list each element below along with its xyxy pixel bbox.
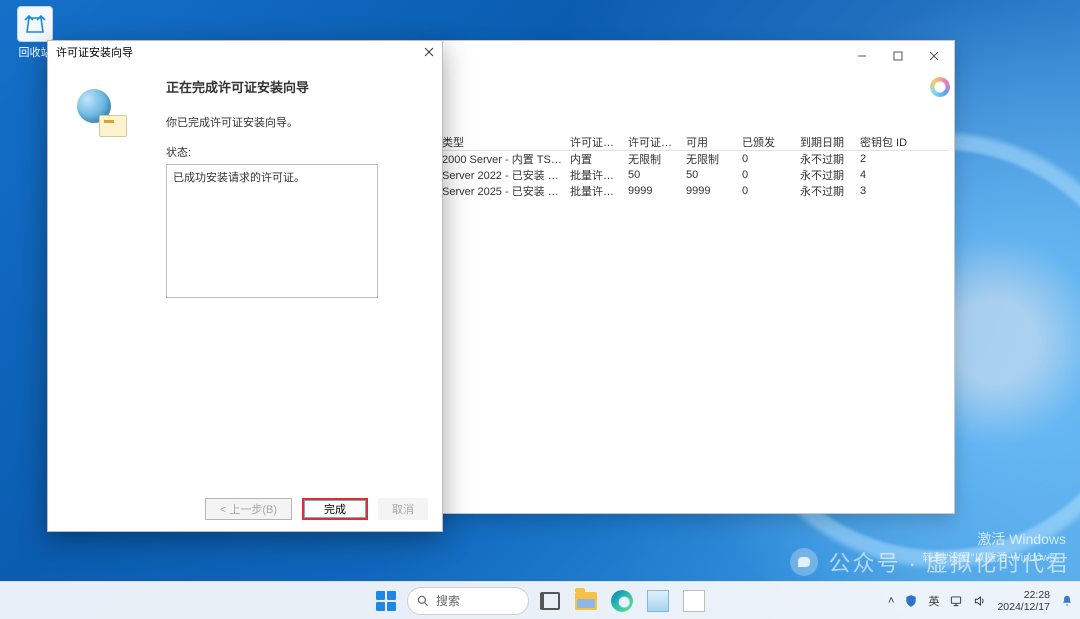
taskbar: 搜索 ˄ 英 22:28 2024/12/17 — [0, 581, 1080, 619]
tray-overflow-icon[interactable]: ˄ — [888, 595, 894, 607]
table-header: 类型 许可证计划 许可证总数 可用 已颁发 到期日期 密钥包 ID — [438, 133, 948, 151]
security-icon[interactable] — [904, 594, 918, 608]
start-button[interactable] — [371, 586, 401, 616]
table-row[interactable]: Server 2022 - 已安装 RDS ... 批量许可证 50 50 0 … — [438, 167, 948, 183]
col-plan[interactable]: 许可证计划 — [566, 134, 624, 150]
cancel-button: 取消 — [378, 498, 428, 520]
col-keypack[interactable]: 密钥包 ID — [856, 134, 916, 150]
wizard-art-icon — [71, 87, 141, 147]
recycle-bin-icon — [17, 6, 53, 42]
maximize-button[interactable] — [880, 43, 916, 69]
back-window-titlebar[interactable] — [432, 41, 954, 71]
status-label: 状态: — [166, 144, 430, 160]
system-tray[interactable]: ˄ 英 22:28 2024/12/17 — [888, 582, 1074, 619]
back-button: < 上一步(B) — [205, 498, 292, 520]
wizard-titlebar[interactable]: 许可证安装向导 — [48, 41, 442, 63]
volume-icon[interactable] — [973, 594, 987, 608]
col-expire[interactable]: 到期日期 — [796, 134, 856, 150]
license-table: 类型 许可证计划 许可证总数 可用 已颁发 到期日期 密钥包 ID 2000 S… — [438, 133, 948, 507]
table-row[interactable]: 2000 Server - 内置 TS 每设... 内置 无限制 无限制 0 永… — [438, 151, 948, 167]
col-type[interactable]: 类型 — [438, 134, 566, 150]
license-install-wizard: 许可证安装向导 正在完成许可证安装向导 你已完成许可证安装向导。 状态: 已成功… — [47, 40, 443, 532]
search-icon — [416, 594, 430, 608]
network-icon[interactable] — [949, 594, 963, 608]
col-issued[interactable]: 已颁发 — [738, 134, 796, 150]
notifications-icon[interactable] — [1060, 594, 1074, 608]
wizard-heading: 正在完成许可证安装向导 — [166, 77, 430, 96]
clock-time: 22:28 — [997, 589, 1050, 601]
activate-title: 激活 Windows — [923, 529, 1067, 549]
close-icon[interactable] — [420, 43, 438, 61]
wizard-main: 正在完成许可证安装向导 你已完成许可证安装向导。 状态: 已成功安装请求的许可证… — [166, 73, 430, 483]
col-total[interactable]: 许可证总数 — [624, 134, 682, 150]
search-box[interactable]: 搜索 — [407, 587, 529, 615]
ime-indicator[interactable]: 英 — [928, 593, 939, 609]
task-view-button[interactable] — [535, 586, 565, 616]
col-avail[interactable]: 可用 — [682, 134, 738, 150]
close-button[interactable] — [916, 43, 952, 69]
wizard-sidebar — [60, 73, 152, 483]
wizard-title: 许可证安装向导 — [56, 44, 133, 60]
taskbar-app-1[interactable] — [643, 586, 673, 616]
edge-button[interactable] — [607, 586, 637, 616]
finish-button[interactable]: 完成 — [302, 498, 368, 520]
wizard-footer: < 上一步(B) 完成 取消 — [48, 487, 442, 531]
taskbar-app-2[interactable] — [679, 586, 709, 616]
status-text: 已成功安装请求的许可证。 — [173, 169, 371, 185]
rds-licensing-window: 类型 许可证计划 许可证总数 可用 已颁发 到期日期 密钥包 ID 2000 S… — [431, 40, 955, 514]
minimize-button[interactable] — [844, 43, 880, 69]
clock[interactable]: 22:28 2024/12/17 — [997, 589, 1050, 613]
table-row[interactable]: Server 2025 - 已安装 RDS ... 批量许可证 9999 999… — [438, 183, 948, 199]
status-box: 已成功安装请求的许可证。 — [166, 164, 378, 298]
search-placeholder: 搜索 — [436, 592, 460, 609]
clock-date: 2024/12/17 — [997, 601, 1050, 613]
activate-sub: 转到"设置"以激活 Windows。 — [923, 549, 1067, 565]
activate-windows-watermark: 激活 Windows 转到"设置"以激活 Windows。 — [923, 529, 1067, 565]
wizard-line1: 你已完成许可证安装向导。 — [166, 114, 430, 130]
copilot-icon[interactable] — [930, 77, 950, 97]
file-explorer-button[interactable] — [571, 586, 601, 616]
